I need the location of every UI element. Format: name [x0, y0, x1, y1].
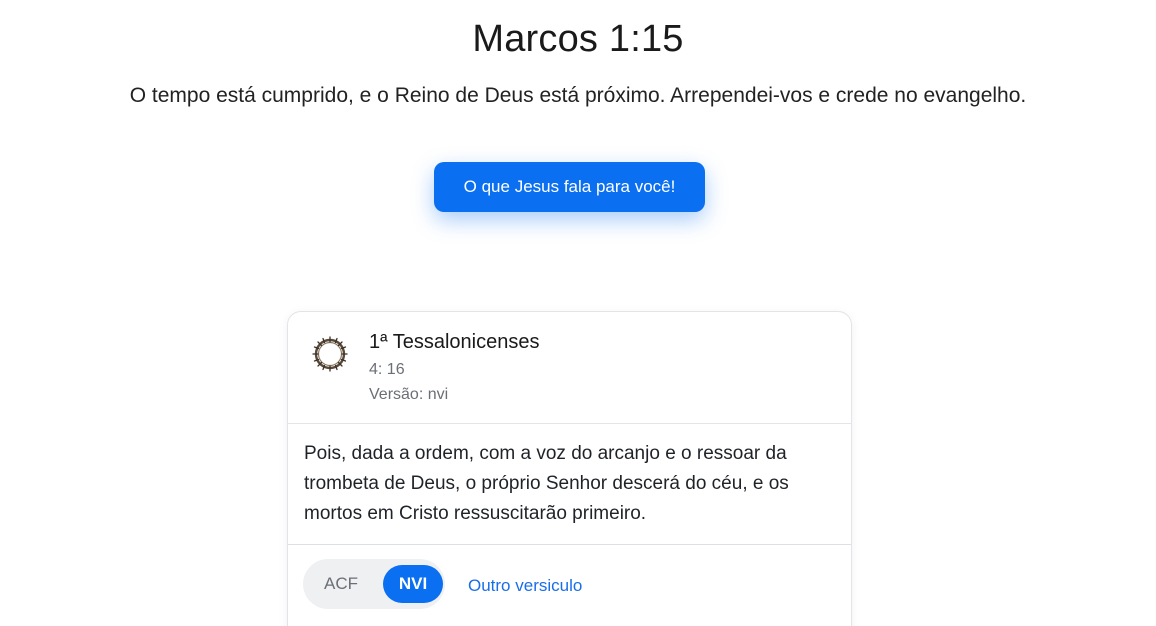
jesus-speaks-button[interactable]: O que Jesus fala para você!: [434, 162, 705, 212]
page-title: Marcos 1:15: [472, 18, 684, 60]
verse-card-header: 1ª Tessalonicenses 4: 16 Versão: nvi: [288, 312, 851, 424]
page: Marcos 1:15 O tempo está cumprido, e o R…: [0, 0, 1156, 626]
featured-verse-text: O tempo está cumprido, e o Reino de Deus…: [129, 84, 1027, 107]
version-label: Versão: nvi: [369, 386, 449, 403]
verse-card-text: Pois, dada a ordem, com a voz do arcanjo…: [304, 443, 789, 524]
version-toggle: ACF NVI: [303, 559, 445, 609]
verse-card: 1ª Tessalonicenses 4: 16 Versão: nvi Poi…: [287, 311, 852, 626]
verse-card-footer: ACF NVI Outro versiculo: [288, 544, 851, 626]
version-nvi-button[interactable]: NVI: [383, 565, 443, 603]
book-name: 1ª Tessalonicenses: [369, 331, 540, 353]
chapter-verse-reference: 4: 16: [369, 361, 405, 378]
other-verse-link[interactable]: Outro versiculo: [468, 576, 582, 596]
crown-of-thorns-icon: [312, 336, 348, 372]
version-acf-button[interactable]: ACF: [311, 565, 371, 603]
